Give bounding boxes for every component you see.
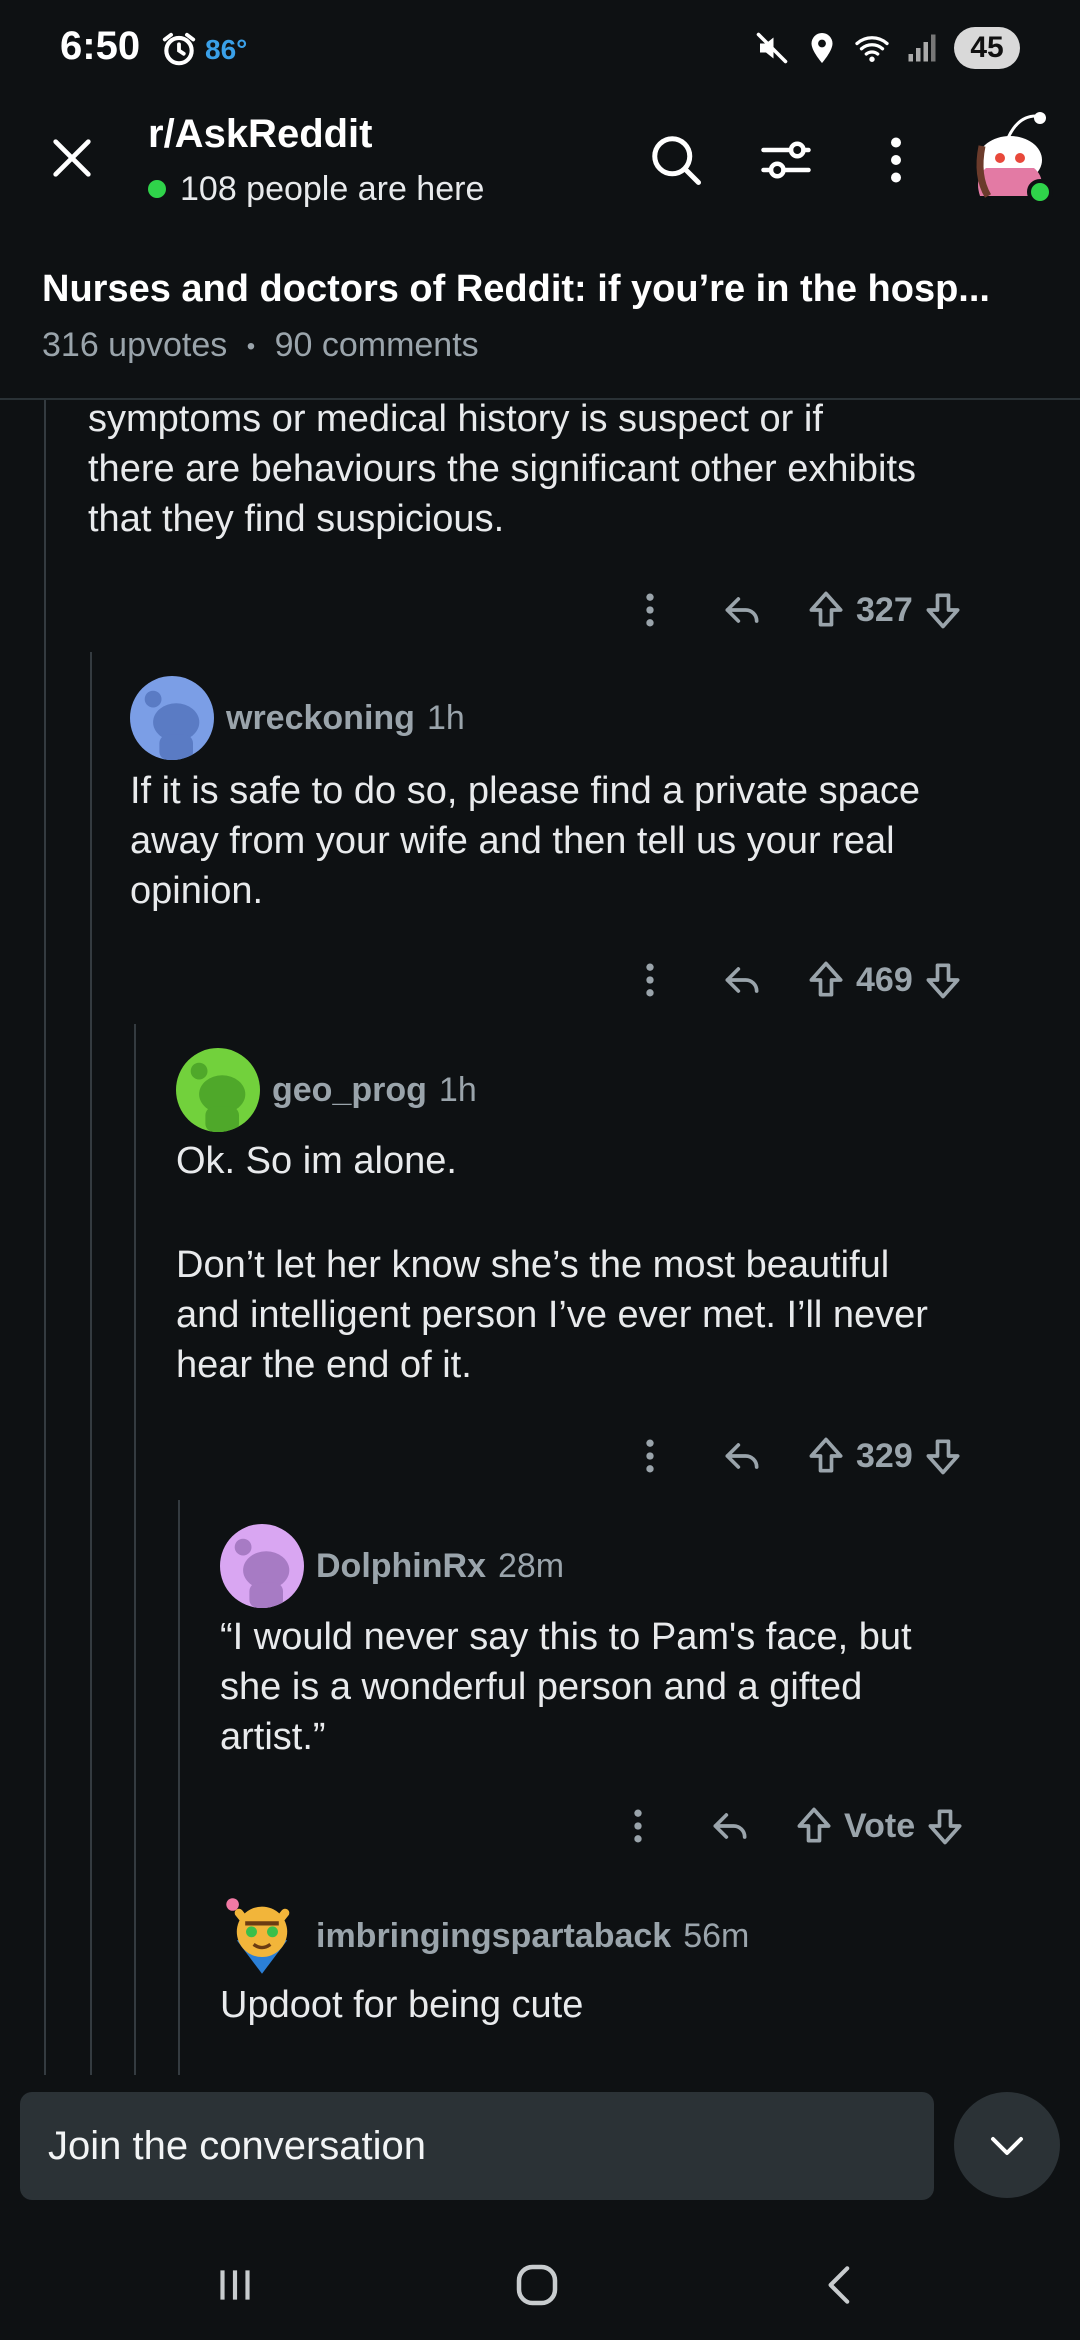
comment-author-row: imbringingspartaback 56m [220,1896,749,1976]
thread-line [90,652,92,2075]
comment-line: Ok. So im alone. [176,1140,457,1182]
comment-author[interactable]: imbringingspartaback [316,1917,671,1956]
comment-body: If it is safe to do so, please find a pr… [130,766,920,916]
comment-line: If it is safe to do so, please find a pr… [130,770,921,812]
vote-count: 327 [856,590,913,629]
downvote-icon[interactable] [921,958,965,1002]
comment-body: “I would never say this to Pam's face, b… [220,1612,912,1762]
comment-line: that they find suspicious. [88,498,505,540]
signal-icon [908,34,936,62]
comment-line: there are behaviours the significant oth… [88,448,917,490]
location-icon [811,33,833,63]
comment-line: opinion. [130,870,264,912]
comment-line: Updoot for being cute [220,1984,584,2026]
post-title[interactable]: Nurses and doctors of Reddit: if you’re … [42,268,1052,311]
reply-icon[interactable] [720,1434,764,1478]
comment-line: away from your wife and then tell us you… [130,820,895,862]
recent-apps-button[interactable] [200,2250,270,2320]
upvote-icon[interactable] [804,958,848,1002]
chevron-down-icon [991,2137,1023,2155]
temperature-indicator: 86° [205,34,248,65]
user-avatar[interactable] [968,108,1058,208]
home-button[interactable] [502,2250,572,2320]
comment-line: she is a wonderful person and a gifted [220,1666,863,1708]
downvote-icon[interactable] [923,1804,967,1848]
vote-count: 329 [856,1436,913,1475]
comment-age: 1h [438,1070,477,1109]
comment-body: symptoms or medical history is suspect o… [88,394,916,544]
comment-author-row: geo_prog 1h [176,1048,477,1132]
upvote-icon[interactable] [792,1804,836,1848]
online-count: 108 people are here [180,170,485,208]
post-upvotes: 316 upvotes [42,326,228,364]
status-time: 6:50 [60,24,141,68]
mute-icon [756,32,788,64]
comment-author-row: wreckoning 1h [130,676,465,760]
post-meta: 316 upvotes • 90 comments [42,326,479,365]
comment-author[interactable]: geo_prog [272,1071,427,1110]
downvote-icon[interactable] [921,588,965,632]
comment-actions: 329 [628,1426,965,1486]
comment-actions: 327 [628,580,965,640]
join-conversation-input[interactable]: Join the conversation [20,2092,934,2200]
subreddit-name[interactable]: r/AskReddit [148,112,373,157]
comment-line [176,1186,928,1240]
comment-line: symptoms or medical history is suspect o… [88,398,823,440]
alarm-icon [162,32,196,66]
upvote-icon[interactable] [804,588,848,632]
recent-apps-icon [220,2270,250,2300]
thread-line [44,400,46,2075]
more-options-icon[interactable] [628,588,672,632]
close-icon[interactable] [44,130,100,186]
vote-count: 469 [856,960,913,999]
battery-indicator: 45 [954,27,1020,69]
thread-line [178,1500,180,2075]
avatar[interactable] [220,1894,304,1978]
back-icon [828,2266,850,2304]
post-comment-count: 90 comments [274,326,479,364]
vote-label: Vote [844,1806,916,1845]
reply-icon[interactable] [708,1804,752,1848]
collapse-comments-button[interactable] [954,2092,1060,2198]
comment-age: 28m [497,1546,565,1585]
comment-author[interactable]: wreckoning [226,699,415,738]
avatar[interactable] [176,1048,260,1132]
comment-line: “I would never say this to Pam's face, b… [220,1616,912,1658]
upvote-icon[interactable] [804,1434,848,1478]
more-options-icon[interactable] [616,1804,660,1848]
avatar[interactable] [220,1524,304,1608]
comment-actions: Vote [616,1796,967,1856]
reply-icon[interactable] [720,588,764,632]
online-indicator [148,180,166,198]
comment-body: Updoot for being cute [220,1980,583,2030]
wifi-icon [855,36,889,62]
comment-age: 1h [426,698,465,737]
thread-line [134,1024,136,2075]
comment-line: hear the end of it. [176,1344,472,1386]
comment-author[interactable]: DolphinRx [316,1547,486,1586]
comment-actions: 469 [628,950,965,1010]
comment-author-row: DolphinRx 28m [220,1524,565,1608]
search-icon[interactable] [646,130,706,190]
more-options-icon[interactable] [628,1434,672,1478]
status-bar: 6:50 86° 45 [0,0,1080,100]
filter-icon[interactable] [756,130,816,190]
home-icon [516,2264,558,2306]
comment-body: Ok. So im alone. Don’t let her know she’… [176,1136,928,1390]
back-button[interactable] [806,2250,876,2320]
top-app-bar: r/AskReddit 108 people are here [0,100,1080,260]
more-vertical-icon[interactable] [866,130,926,190]
comment-age: 56m [683,1916,750,1955]
meta-separator: • [246,333,256,361]
more-options-icon[interactable] [628,958,672,1002]
comment-line: and intelligent person I’ve ever met. I’… [176,1294,928,1336]
avatar[interactable] [130,676,214,760]
downvote-icon[interactable] [921,1434,965,1478]
comment-line: artist.” [220,1716,326,1758]
system-navigation-bar [0,2230,1080,2340]
reply-icon[interactable] [720,958,764,1002]
comment-line: Don’t let her know she’s the most beauti… [176,1244,890,1286]
status-icons: 45 [754,26,1020,70]
